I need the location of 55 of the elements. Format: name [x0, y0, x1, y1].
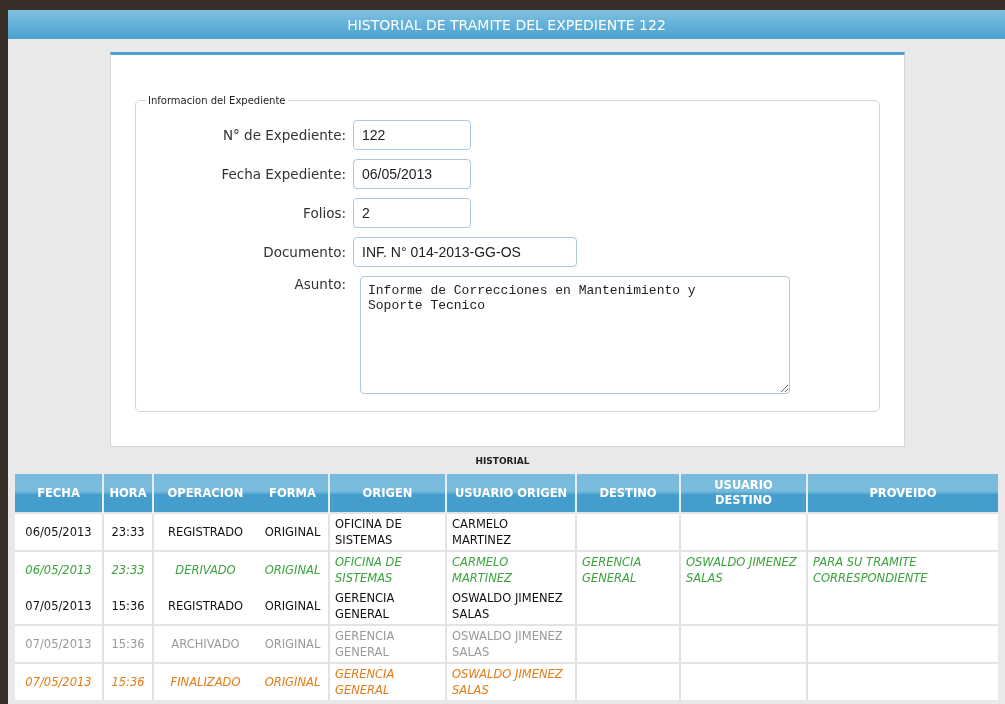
- table-cell: ARCHIVADO: [153, 625, 257, 663]
- page-title: HISTORIAL DE TRAMITE DEL EXPEDIENTE 122: [8, 10, 1005, 39]
- table-cell: FINALIZADO: [153, 663, 257, 700]
- table-cell: OFICINA DE SISTEMAS: [329, 513, 446, 551]
- table-cell: PARA SU TRAMITE CORRESPONDIENTE: [807, 551, 998, 625]
- table-cell: 07/05/2013: [15, 625, 103, 663]
- column-header: DESTINO: [576, 474, 680, 513]
- table-cell: 06/05/2013: [15, 513, 103, 551]
- table-cell: 15:36: [103, 625, 153, 663]
- table-cell: 06/05/2013: [15, 551, 103, 588]
- table-caption: HISTORIAL: [475, 456, 530, 466]
- table-cell: CARMELO MARTINEZ: [446, 513, 576, 551]
- table-cell: REGISTRADO: [153, 588, 257, 625]
- table-cell: CARMELO MARTINEZ: [446, 551, 576, 588]
- field-label: Folios:: [302, 205, 346, 221]
- table-cell: 23:33: [103, 551, 153, 588]
- table-cell: ORIGINAL: [257, 551, 329, 588]
- column-header: USUARIO DESTINO: [680, 474, 807, 513]
- table-cell: 23:33: [103, 513, 153, 551]
- field-label: Documento:: [262, 244, 346, 260]
- table-cell: OSWALDO JIMENEZ SALAS: [680, 551, 807, 625]
- table-cell: GERENCIA GENERAL: [329, 625, 446, 663]
- field-label: N° de Expediente:: [221, 127, 346, 143]
- table-cell: ORIGINAL: [257, 625, 329, 663]
- table-cell: ORIGINAL: [257, 513, 329, 551]
- input-field[interactable]: INF. N° 014-2013-GG-OS: [353, 237, 577, 267]
- table-cell: GERENCIA GENERAL: [576, 551, 680, 625]
- table-cell: GERENCIA GENERAL: [329, 588, 446, 625]
- table-cell: OFICINA DE SISTEMAS: [329, 551, 446, 588]
- table-cell: OSWALDO JIMENEZ SALAS: [446, 625, 576, 663]
- table-cell: ORIGINAL: [257, 663, 329, 700]
- field-label: Asunto:: [293, 276, 346, 292]
- table-cell: OSWALDO JIMENEZ SALAS: [446, 663, 576, 700]
- input-field[interactable]: 122: [353, 120, 471, 150]
- table-cell: 07/05/2013: [15, 663, 103, 700]
- table-cell: 07/05/2013: [15, 588, 103, 625]
- table-cell: 15:36: [103, 663, 153, 700]
- table-cell: GERENCIA GENERAL: [329, 663, 446, 700]
- column-header: FECHA: [15, 474, 103, 513]
- table-cell: DERIVADO: [153, 551, 257, 588]
- table-cell: ORIGINAL: [257, 588, 329, 625]
- fieldset-legend: Informacion del Expediente: [146, 95, 288, 106]
- column-header: HORA: [103, 474, 153, 513]
- field-label: Fecha Expediente:: [220, 166, 346, 182]
- table-cell: OSWALDO JIMENEZ SALAS: [446, 588, 576, 625]
- table-cell: 15:36: [103, 588, 153, 625]
- column-header: OPERACION: [153, 474, 257, 513]
- subject-textarea[interactable]: Informe de Correcciones en Mantenimiento y Soporte Tecnico: [360, 276, 790, 394]
- input-field[interactable]: 06/05/2013: [353, 159, 471, 189]
- column-header: ORIGEN: [329, 474, 446, 513]
- column-header: PROVEIDO: [807, 474, 998, 513]
- column-header: USUARIO ORIGEN: [446, 474, 576, 513]
- table-cell: REGISTRADO: [153, 513, 257, 551]
- input-field[interactable]: 2: [353, 198, 471, 228]
- column-header: FORMA: [257, 474, 329, 513]
